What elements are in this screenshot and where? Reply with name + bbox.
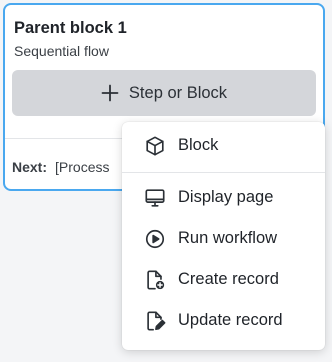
- next-label: Next:: [12, 159, 48, 175]
- menu-item-update-record[interactable]: Update record: [122, 303, 325, 339]
- play-circle-icon: [144, 228, 166, 250]
- menu-item-label: Update record: [178, 311, 283, 329]
- menu-item-label: Block: [178, 136, 219, 154]
- block-subtitle: Sequential flow: [14, 43, 109, 59]
- menu-item-label: Create record: [178, 270, 279, 288]
- menu-item-block[interactable]: Block: [122, 128, 325, 164]
- menu-item-label: Run workflow: [178, 229, 278, 247]
- add-step-dropdown-menu: Block Display page Run workflow Create r…: [122, 122, 325, 350]
- file-edit-icon: [144, 310, 166, 332]
- next-step-row: Next: [Process: [12, 159, 122, 175]
- next-value[interactable]: [Process: [55, 159, 109, 175]
- menu-item-label: Display page: [178, 188, 274, 206]
- add-step-or-block-button[interactable]: Step or Block: [12, 70, 316, 116]
- file-plus-icon: [144, 269, 166, 291]
- menu-item-display-page[interactable]: Display page: [122, 180, 325, 216]
- menu-divider: [122, 172, 325, 173]
- monitor-icon: [144, 187, 166, 209]
- plus-icon: [101, 84, 119, 102]
- add-step-or-block-label: Step or Block: [128, 83, 228, 102]
- block-title: Parent block 1: [14, 19, 127, 37]
- menu-item-create-record[interactable]: Create record: [122, 262, 325, 298]
- menu-item-run-workflow[interactable]: Run workflow: [122, 221, 325, 257]
- cube-icon: [144, 135, 166, 157]
